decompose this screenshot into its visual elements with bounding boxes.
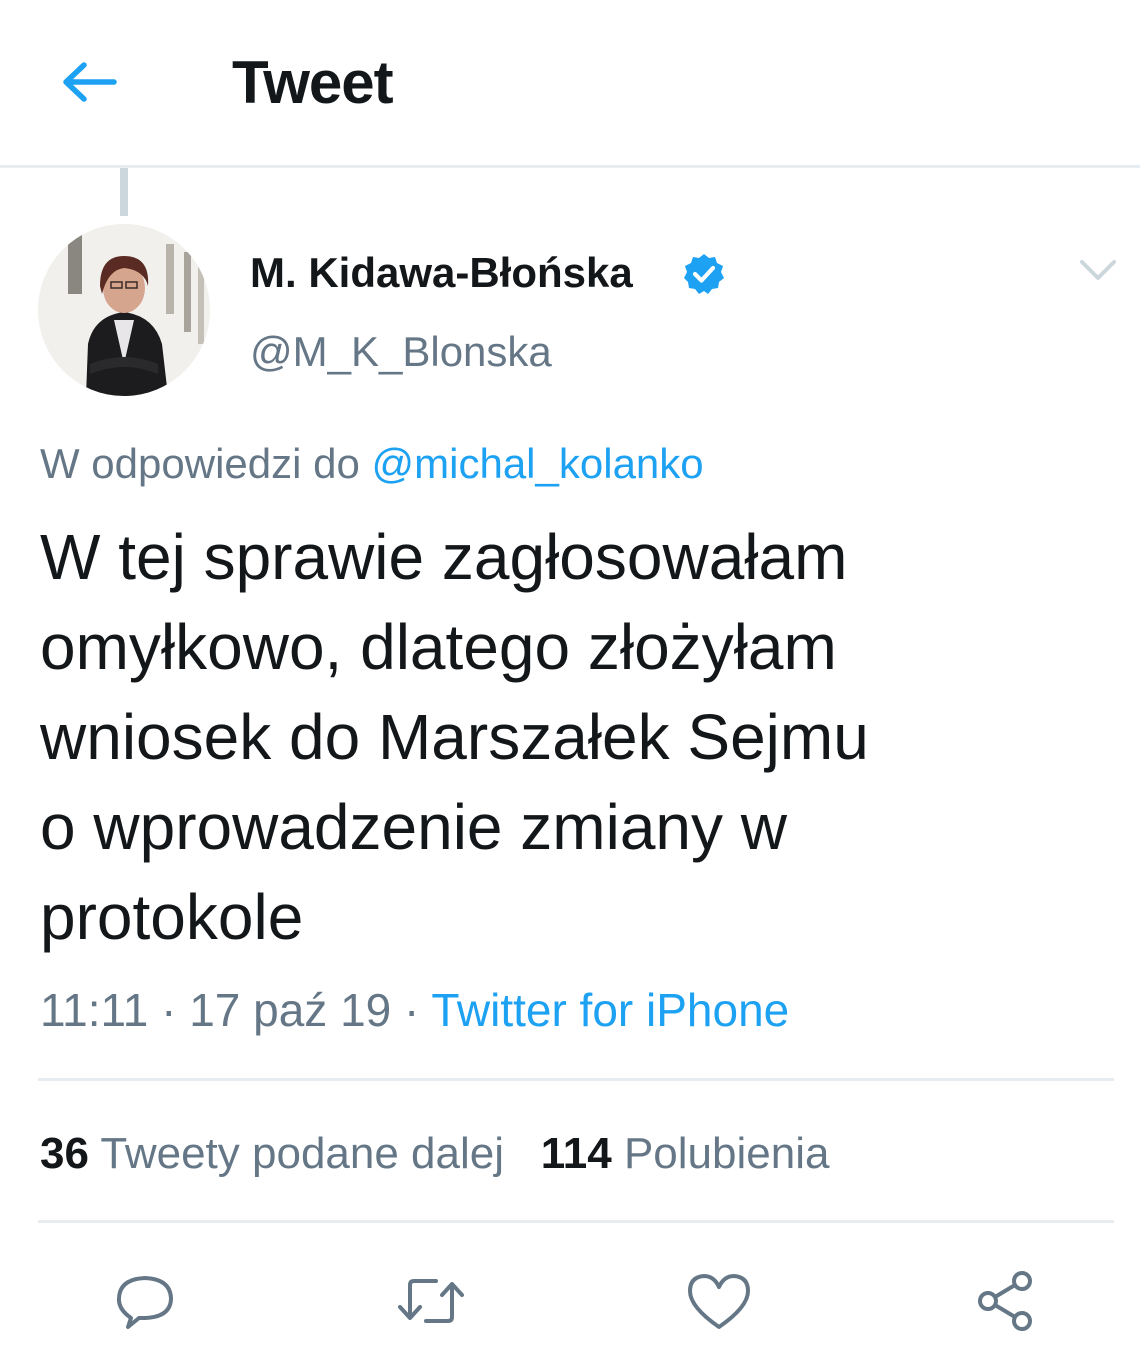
tweet-metadata: 11:11 · 17 paź 19 · Twitter for iPhone — [40, 980, 789, 1040]
retweets-count: 36 — [40, 1129, 89, 1178]
back-button[interactable] — [56, 52, 122, 112]
reply-icon — [116, 1276, 173, 1329]
reply-mention-link[interactable]: @michal_kolanko — [372, 440, 704, 487]
top-bar: Tweet — [0, 0, 1140, 168]
arrow-left-icon — [63, 62, 117, 102]
like-button[interactable] — [684, 1266, 754, 1336]
retweet-button[interactable] — [396, 1266, 466, 1336]
likes-label: Polubienia — [623, 1129, 830, 1178]
avatar[interactable] — [38, 224, 210, 396]
retweet-icon — [398, 1279, 464, 1323]
chevron-down-icon[interactable] — [1076, 250, 1120, 290]
reply-button[interactable] — [110, 1266, 180, 1336]
divider — [38, 1220, 1114, 1223]
tweet-source-link[interactable]: Twitter for iPhone — [431, 984, 789, 1036]
share-icon — [978, 1271, 1032, 1331]
heart-icon — [688, 1274, 750, 1329]
author-name[interactable]: M. Kidawa-Błońska — [250, 248, 633, 298]
tweet-stats: 36 Tweety podane dalej 114 Polubienia — [40, 1124, 829, 1184]
tweet-page: Tweet M. Kidawa-Błońska @M_K_Blonska W o… — [0, 0, 1140, 1360]
thread-connector-line — [120, 168, 128, 216]
author-handle[interactable]: @M_K_Blonska — [250, 326, 552, 378]
reply-context: W odpowiedzi do @michal_kolanko — [40, 436, 704, 492]
page-title: Tweet — [232, 49, 394, 116]
meta-separator: · — [404, 984, 420, 1036]
tweet-time: 11:11 — [40, 984, 149, 1036]
profile-photo — [38, 224, 210, 396]
meta-separator: · — [161, 984, 177, 1036]
retweets-label: Tweety podane dalej — [100, 1129, 505, 1178]
likes-stat[interactable]: 114 Polubienia — [541, 1129, 830, 1178]
reply-prefix: W odpowiedzi do — [40, 440, 360, 487]
retweets-stat[interactable]: 36 Tweety podane dalej — [40, 1129, 504, 1178]
tweet-date: 17 paź 19 — [189, 984, 392, 1036]
likes-count: 114 — [540, 1129, 612, 1178]
verified-badge-icon — [684, 254, 724, 294]
share-button[interactable] — [972, 1266, 1042, 1336]
tweet-text: W tej sprawie zagłosowałam omyłkowo, dla… — [40, 521, 869, 953]
divider — [38, 1078, 1114, 1081]
